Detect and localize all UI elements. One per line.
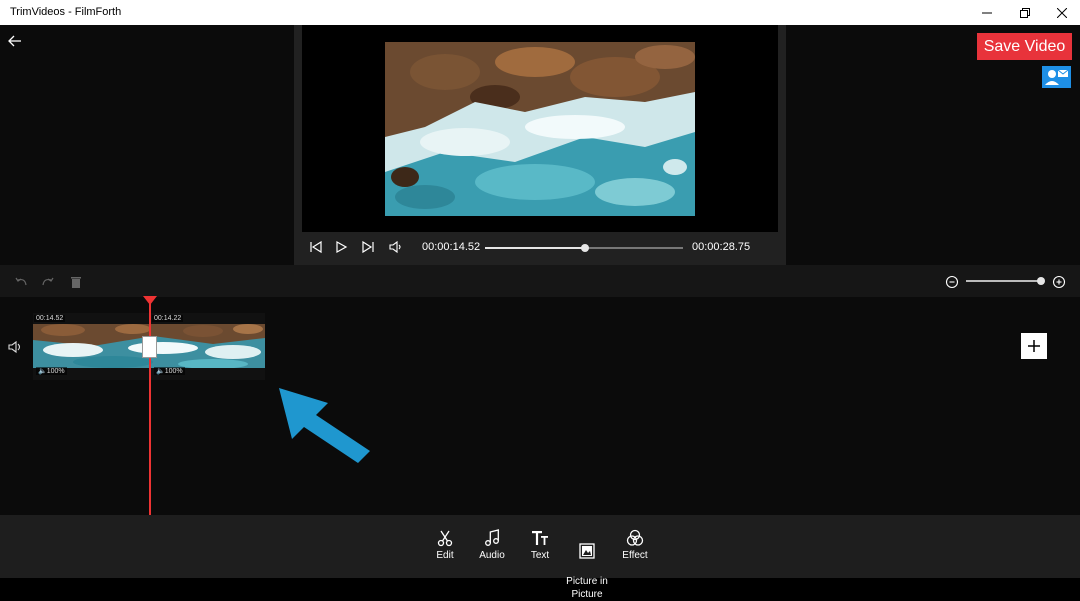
redo-icon[interactable]	[41, 275, 55, 289]
zoom-out-icon[interactable]	[945, 275, 959, 289]
speaker-icon: 🔈	[156, 368, 165, 375]
contact-icon	[1045, 69, 1069, 85]
seek-slider[interactable]	[485, 244, 683, 252]
delete-icon[interactable]	[69, 275, 83, 289]
clip-volume-right-value: 100%	[164, 368, 183, 375]
current-time: 00:00:14.52	[422, 241, 481, 253]
edit-tool-button[interactable]: Edit	[425, 529, 465, 562]
skip-forward-icon[interactable]	[361, 240, 375, 254]
skip-back-icon[interactable]	[309, 240, 323, 254]
title-bar: TrimVideos - FilmForth	[0, 0, 1080, 25]
text-tool-label: Text	[530, 550, 550, 561]
play-icon[interactable]	[334, 240, 348, 254]
video-preview[interactable]	[385, 42, 695, 216]
save-video-button[interactable]: Save Video	[977, 33, 1072, 60]
window-title: TrimVideos - FilmForth	[10, 6, 122, 18]
close-icon	[1057, 7, 1067, 18]
text-tool-button[interactable]: Text	[520, 529, 560, 562]
effect-tool-button[interactable]: Effect	[615, 529, 655, 562]
text-icon	[532, 531, 548, 545]
playhead-line[interactable]	[149, 303, 151, 515]
back-button[interactable]	[7, 33, 25, 51]
effect-tool-label: Effect	[622, 550, 648, 561]
restore-icon	[1020, 7, 1030, 18]
speaker-icon: 🔈	[38, 368, 47, 375]
zoom-slider[interactable]	[966, 280, 1042, 282]
restore-button[interactable]	[1008, 0, 1042, 25]
close-button[interactable]	[1045, 0, 1079, 25]
track-volume-icon[interactable]	[8, 340, 24, 354]
zoom-thumb[interactable]	[1037, 277, 1045, 285]
clip-volume-left: 🔈100%	[36, 367, 67, 375]
minimize-button[interactable]	[970, 0, 1004, 25]
playhead-marker[interactable]	[143, 296, 157, 305]
picture-in-picture-tool-label: Picture in Picture	[566, 576, 608, 600]
volume-icon[interactable]	[389, 240, 403, 254]
contact-button[interactable]	[1042, 66, 1071, 88]
zoom-in-icon[interactable]	[1052, 275, 1066, 289]
split-handle[interactable]	[142, 336, 157, 358]
clip-volume-left-value: 100%	[46, 368, 65, 375]
clip-duration-right: 00:14.22	[152, 315, 184, 322]
undo-icon[interactable]	[14, 275, 28, 289]
picture-in-picture-tool-button[interactable]: Picture in Picture	[562, 529, 612, 601]
scissors-icon	[437, 530, 453, 547]
seek-progress	[485, 247, 586, 249]
total-time: 00:00:28.75	[692, 241, 751, 253]
timeline-toolbar	[0, 265, 1080, 297]
minimize-icon	[982, 12, 992, 13]
add-clip-button[interactable]	[1021, 333, 1047, 359]
video-frame-image	[385, 42, 695, 216]
music-note-icon	[485, 529, 499, 546]
edit-tool-label: Edit	[436, 550, 454, 561]
plus-icon	[1028, 340, 1040, 352]
pointer-arrow-icon	[279, 388, 370, 463]
clip-volume-right: 🔈100%	[154, 367, 185, 375]
audio-tool-label: Audio	[479, 550, 505, 561]
audio-tool-button[interactable]: Audio	[472, 529, 512, 562]
picture-icon	[579, 543, 595, 559]
effect-icon	[626, 529, 644, 546]
clip-duration-left: 00:14.52	[34, 315, 66, 322]
back-arrow-icon	[8, 35, 21, 47]
